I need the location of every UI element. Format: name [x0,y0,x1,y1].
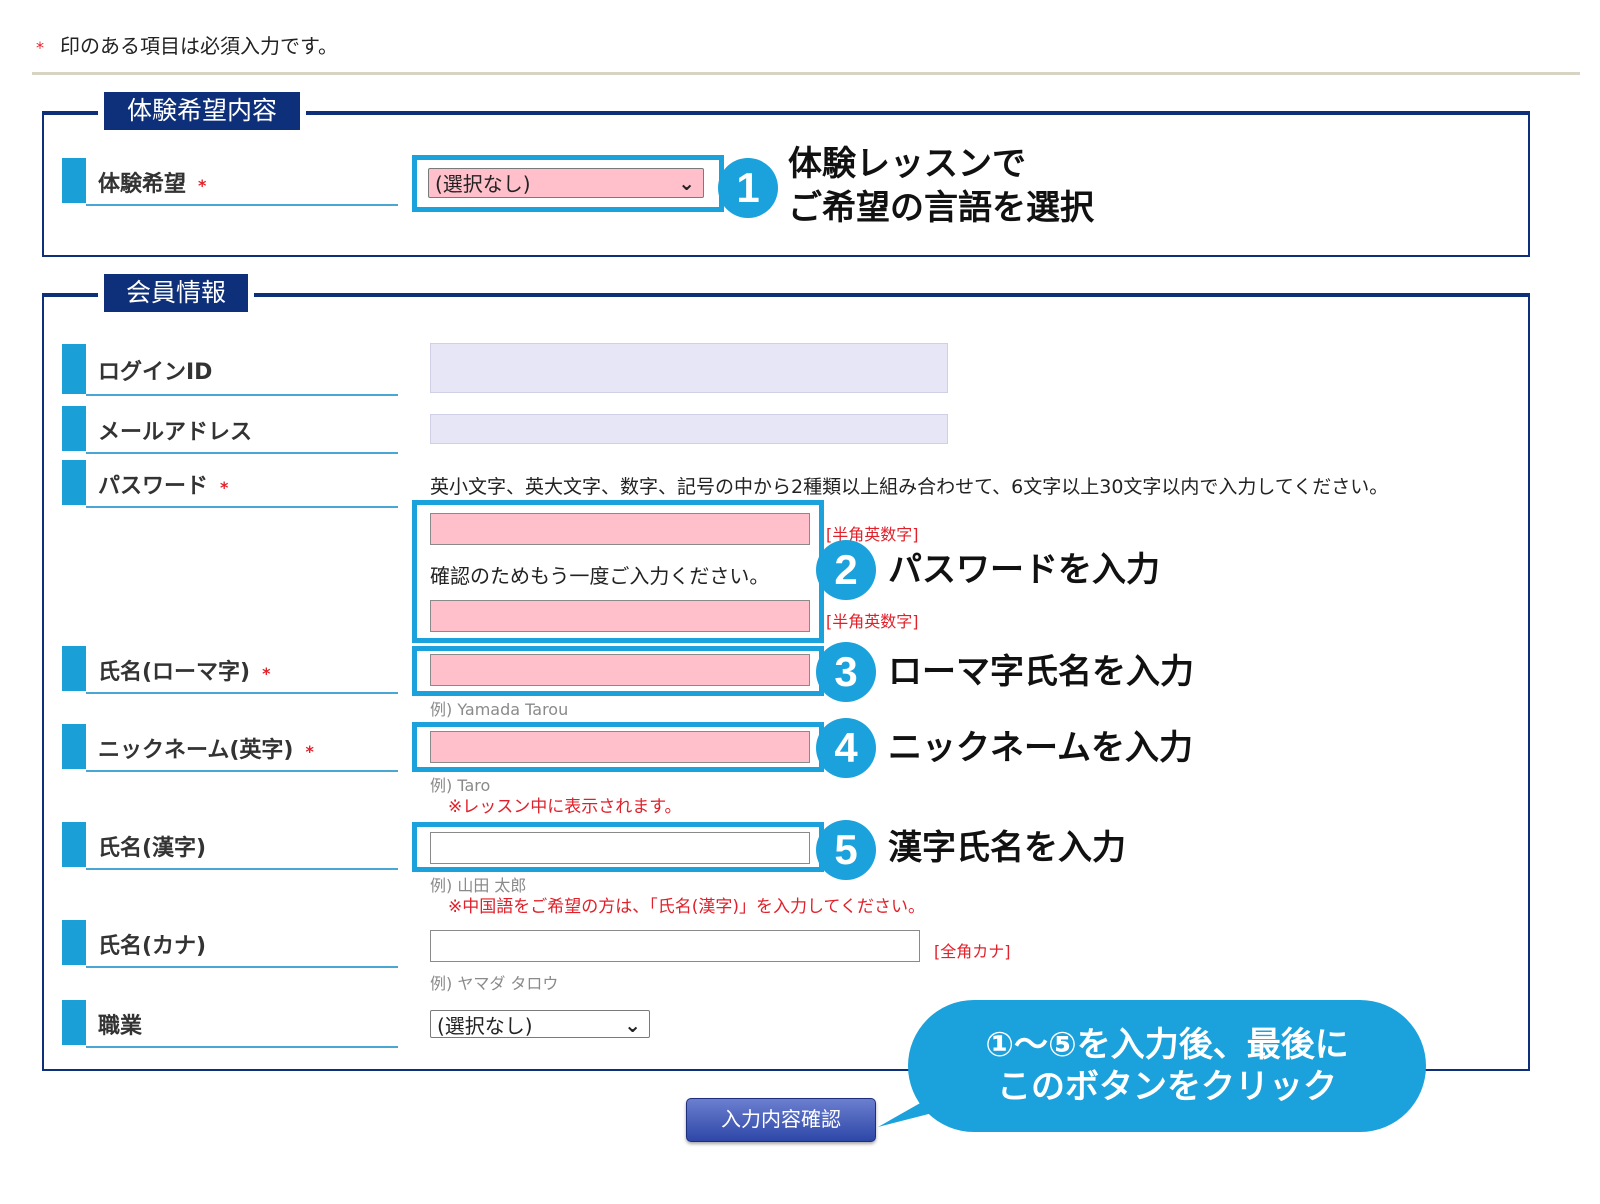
step1-callout: 体験レッスンで ご希望の言語を選択 [788,142,1094,230]
label-underline [86,770,398,772]
nickname-label-text: ニックネーム(英字) [98,738,294,763]
nickname-note: ※レッスン中に表示されます。 [448,797,682,817]
label-underline [86,506,398,508]
step5-callout: 漢字氏名を入力 [888,828,1126,868]
label-underline [86,966,398,968]
name-kana-example: 例) ヤマダ タロウ [430,974,559,993]
member-section-legend: 会員情報 [104,274,248,312]
step1-callout-line1: 体験レッスンで [788,144,1026,184]
name-kanji-label: 氏名(漢字) [62,822,398,870]
required-note: * 印のある項目は必須入力です。 [36,30,338,59]
email-field [430,414,948,444]
final-step-bubble: ①〜⑤を入力後、最後に このボタンをクリック [908,1000,1426,1132]
label-bar [62,406,86,451]
label-underline [86,204,398,206]
occupation-label: 職業 [62,1000,398,1048]
password-confirm-tag: [半角英数字] [826,612,919,631]
bubble-line2: このボタンをクリック [997,1067,1337,1107]
step2-callout: パスワードを入力 [888,550,1160,590]
chevron-down-icon: ⌄ [624,1013,641,1037]
label-bar [62,920,86,965]
name-kana-label: 氏名(カナ) [62,920,398,968]
label-bar [62,460,86,505]
name-kana-input[interactable] [430,930,920,962]
step-badge-4: 4 [816,718,876,778]
required-mark: * [305,742,314,761]
step-badge-3: 3 [816,642,876,702]
name-kanji-note: ※中国語をご希望の方は、「氏名(漢字)」を入力してください。 [448,897,925,917]
trial-section-legend: 体験希望内容 [104,92,300,130]
step4-callout: ニックネームを入力 [888,728,1193,768]
step-badge-1: 1 [718,158,778,218]
label-bar [62,1000,86,1045]
highlight-step4 [412,722,824,772]
required-note-text: 印のある項目は必須入力です。 [60,34,338,58]
required-mark: * [198,176,207,195]
email-label: メールアドレス [62,406,398,454]
label-bar [62,646,86,691]
required-mark: * [36,38,44,57]
login-id-label-text: ログインID [98,360,213,385]
occupation-select[interactable]: (選択なし) ⌄ [430,1010,650,1038]
email-label-text: メールアドレス [98,420,253,445]
name-roman-example: 例) Yamada Tarou [430,700,569,719]
label-underline [86,868,398,870]
highlight-step1 [412,155,724,212]
step1-callout-line2: ご希望の言語を選択 [788,188,1094,228]
highlight-step3 [412,646,824,696]
highlight-step5 [412,822,824,872]
name-roman-label-text: 氏名(ローマ字) [98,660,251,685]
highlight-step2 [412,500,824,643]
password-label-text: パスワード [98,474,209,499]
confirm-button[interactable]: 入力内容確認 [686,1098,876,1142]
label-underline [86,452,398,454]
label-bar [62,158,86,203]
label-bar [62,724,86,769]
trial-label: 体験希望 * [62,158,398,206]
bubble-line1: ①〜⑤を入力後、最後に [985,1025,1349,1065]
step3-callout: ローマ字氏名を入力 [888,652,1194,692]
label-underline [86,394,398,396]
label-underline [86,692,398,694]
label-bar [62,344,86,394]
name-kana-label-text: 氏名(カナ) [98,934,207,959]
login-id-field [430,343,948,393]
password-label: パスワード * [62,460,398,508]
occupation-label-text: 職業 [98,1014,143,1039]
password-instructions: 英小文字、英大文字、数字、記号の中から2種類以上組み合わせて、6文字以上30文字… [430,476,1389,498]
nickname-label: ニックネーム(英字) * [62,724,398,772]
name-kana-tag: [全角カナ] [934,942,1011,961]
login-id-label: ログインID [62,344,398,396]
trial-label-text: 体験希望 [98,172,187,197]
required-mark: * [262,664,271,683]
step-badge-2: 2 [816,540,876,600]
step-badge-5: 5 [816,820,876,880]
name-roman-label: 氏名(ローマ字) * [62,646,398,694]
label-underline [86,1046,398,1048]
name-kanji-label-text: 氏名(漢字) [98,836,207,861]
label-bar [62,822,86,867]
required-mark: * [220,478,229,497]
divider [32,72,1580,75]
occupation-select-value: (選択なし) [437,1014,533,1038]
